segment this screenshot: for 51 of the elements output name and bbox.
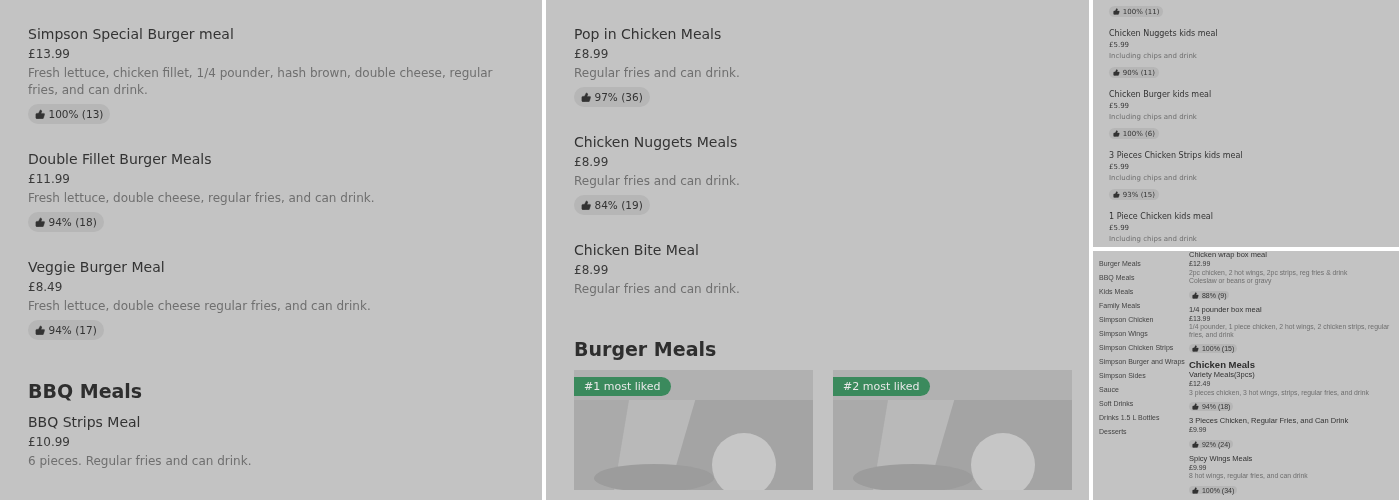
item-price: £10.99: [28, 434, 70, 451]
item-name[interactable]: Double Fillet Burger Meals: [28, 149, 212, 169]
item-description: 6 pieces. Regular fries and can drink.: [28, 453, 253, 470]
item-description: Fresh lettuce, double cheese regular fries, and can drink.: [28, 298, 372, 315]
thumbs-up-icon: [1112, 191, 1120, 198]
thumbs-up-icon: [35, 216, 46, 228]
item-price: £8.99: [574, 46, 609, 63]
item-price: £13.99: [28, 46, 70, 63]
item-name[interactable]: Chicken Burger kids meal: [1109, 90, 1212, 100]
item-name[interactable]: Chicken Nuggets Meals: [574, 132, 738, 152]
item-name[interactable]: 3 Pieces Chicken Strips kids meal: [1109, 151, 1243, 161]
thumbs-up-icon: [1112, 69, 1120, 76]
thumbs-up-icon: [1191, 486, 1199, 494]
item-description: Fresh lettuce, double cheese, regular fries, and can drink.: [28, 190, 376, 207]
section-heading: Chicken Meals: [1189, 359, 1255, 370]
rating-badge: 94% (18): [28, 212, 104, 232]
thumbs-up-icon: [1191, 291, 1199, 299]
item-name[interactable]: Simpson Special Burger meal: [28, 24, 234, 44]
thumbs-up-icon: [1191, 345, 1199, 352]
most-liked-badge: #2 most liked: [833, 377, 930, 396]
section-heading: Burger Meals: [574, 338, 717, 360]
item-description: Regular fries and can drink.: [574, 281, 741, 298]
item-price: £11.99: [28, 171, 70, 188]
item-name[interactable]: BBQ Strips Meal: [28, 412, 141, 432]
item-description: Regular fries and can drink.: [574, 173, 741, 190]
item-name[interactable]: 1 Piece Chicken kids meal: [1109, 212, 1213, 222]
rating-badge: 94% (17): [28, 320, 104, 340]
item-name[interactable]: Pop in Chicken Meals: [574, 24, 722, 44]
item-name[interactable]: Chicken Bite Meal: [574, 240, 699, 260]
thumbs-up-icon: [35, 324, 46, 336]
item-price: £8.99: [574, 262, 609, 279]
item-description: Fresh lettuce, chicken fillet, 1/4 pounder, hash brown, double cheese, regular fries, and can drink.: [28, 65, 494, 99]
item-price: £8.49: [28, 279, 63, 296]
rating-badge: 100% (13): [28, 104, 111, 124]
thumbs-up-icon: [1191, 403, 1199, 410]
thumbs-up-icon: [1112, 130, 1120, 137]
thumbs-up-icon: [581, 199, 592, 211]
thumbs-up-icon: [1112, 8, 1120, 15]
item-card[interactable]: #1 most liked: [574, 370, 813, 490]
item-card[interactable]: #2 most liked: [833, 370, 1072, 490]
item-name[interactable]: Chicken Nuggets kids meal: [1109, 29, 1218, 39]
section-heading: BBQ Meals: [28, 380, 143, 402]
item-name[interactable]: Veggie Burger Meal: [28, 257, 165, 277]
most-liked-badge: #1 most liked: [574, 377, 671, 396]
item-price: £8.99: [574, 154, 609, 171]
thumbs-up-icon: [35, 108, 46, 120]
rating-badge: 84% (19): [574, 195, 650, 215]
thumbs-up-icon: [581, 91, 592, 103]
rating-badge: 97% (36): [574, 87, 650, 107]
item-description: Regular fries and can drink.: [574, 65, 741, 82]
thumbs-up-icon: [1191, 440, 1199, 448]
